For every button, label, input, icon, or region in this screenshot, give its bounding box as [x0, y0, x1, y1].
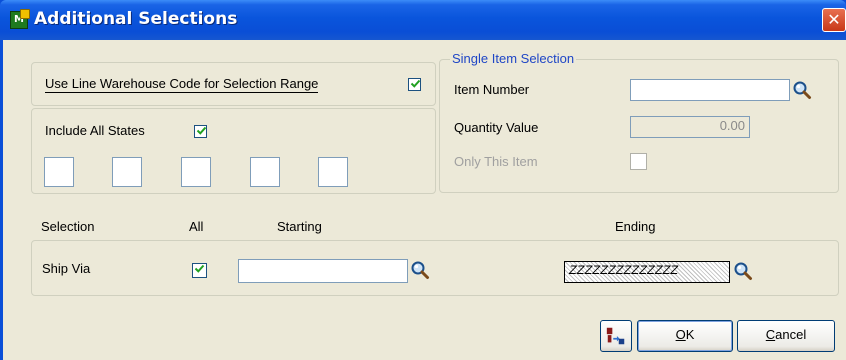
app-icon: M	[10, 9, 30, 29]
dialog-window: M Additional Selections ✕ Use Line Wareh…	[0, 0, 846, 360]
app-icon-badge	[20, 9, 30, 19]
item-number-input[interactable]	[630, 79, 790, 101]
ship-via-ending-input[interactable]: ZZZZZZZZZZZZZZ	[564, 261, 730, 283]
state-input-3[interactable]	[181, 157, 211, 187]
row-selection-label: Ship Via	[42, 261, 91, 276]
cancel-button[interactable]: Cancel	[737, 320, 835, 352]
only-this-item-label: Only This Item	[454, 154, 538, 169]
header-starting: Starting	[277, 219, 322, 234]
checkmark-icon	[196, 126, 207, 135]
copy-selection-button[interactable]	[600, 320, 632, 352]
include-all-states-label: Include All States	[45, 123, 145, 138]
cancel-button-mnemonic: C	[765, 327, 776, 342]
ok-button-mnemonic: O	[675, 327, 686, 342]
only-this-item-checkbox[interactable]	[630, 153, 647, 170]
quantity-value-label: Quantity Value	[454, 120, 539, 135]
states-panel: Include All States	[31, 108, 436, 194]
window-title: Additional Selections	[34, 9, 238, 29]
close-button[interactable]: ✕	[822, 8, 846, 32]
checkmark-icon	[194, 264, 205, 273]
warehouse-checkbox-label[interactable]: Use Line Warehouse Code for Selection Ra…	[45, 76, 319, 93]
selection-row-panel: Ship Via ZZZZZZZZZZZZZZ	[31, 240, 839, 296]
cancel-button-label-rest: ancel	[775, 327, 807, 342]
warehouse-checkbox[interactable]	[408, 78, 421, 91]
dialog-body: Use Line Warehouse Code for Selection Ra…	[3, 40, 846, 360]
header-selection: Selection	[41, 219, 95, 234]
copy-selection-icon	[606, 327, 625, 345]
single-item-group: Single Item Selection Item Number Quanti…	[439, 52, 839, 193]
include-all-states-checkbox[interactable]	[194, 125, 207, 138]
checkmark-icon	[410, 79, 421, 88]
state-input-2[interactable]	[112, 157, 142, 187]
header-ending: Ending	[615, 219, 656, 234]
ship-via-starting-input[interactable]	[238, 259, 408, 283]
ok-button-label-rest: K	[685, 327, 695, 342]
header-all: All	[189, 219, 204, 234]
starting-lookup-icon[interactable]	[410, 260, 430, 280]
state-input-1[interactable]	[44, 157, 74, 187]
item-number-lookup-icon[interactable]	[792, 80, 812, 100]
title-bar[interactable]: M Additional Selections ✕	[0, 0, 846, 40]
state-input-5[interactable]	[318, 157, 348, 187]
ok-button[interactable]: OK	[637, 320, 733, 352]
quantity-value-input[interactable]: 0.00	[630, 116, 750, 138]
state-input-4[interactable]	[250, 157, 280, 187]
single-item-legend: Single Item Selection	[450, 51, 577, 66]
item-number-label: Item Number	[454, 82, 530, 97]
ship-via-all-checkbox[interactable]	[192, 263, 207, 278]
ending-lookup-icon[interactable]	[733, 261, 753, 281]
warehouse-panel: Use Line Warehouse Code for Selection Ra…	[31, 62, 436, 106]
